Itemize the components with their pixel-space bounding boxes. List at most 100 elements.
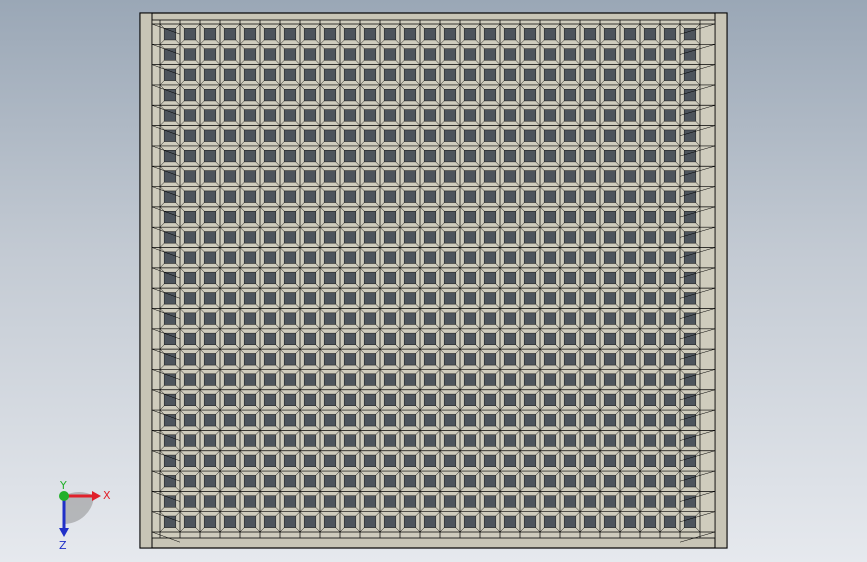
grid-hole: [423, 312, 437, 325]
grid-hole: [443, 190, 457, 203]
grid-hole: [583, 68, 597, 81]
grid-hole: [363, 109, 377, 122]
graphics-viewport[interactable]: X Y Z: [0, 0, 867, 562]
grid-hole: [523, 353, 537, 366]
grid-hole: [423, 414, 437, 427]
grid-hole: [323, 475, 337, 488]
grid-hole: [263, 292, 277, 305]
grid-hole: [343, 28, 357, 41]
grid-hole: [243, 89, 257, 102]
grid-hole: [523, 495, 537, 508]
grid-hole: [563, 353, 577, 366]
grid-hole: [403, 271, 417, 285]
grid-hole: [363, 515, 377, 528]
grid-hole: [283, 312, 297, 325]
grid-hole: [243, 170, 257, 183]
grid-hole: [583, 28, 597, 41]
grid-hole: [443, 109, 457, 122]
grid-hole: [283, 475, 297, 488]
grid-hole: [583, 251, 597, 264]
grid-hole: [383, 515, 397, 528]
grid-hole: [303, 231, 317, 244]
grid-hole: [363, 271, 377, 285]
grid-hole: [283, 89, 297, 102]
grid-hole: [583, 393, 597, 406]
grid-hole: [203, 495, 217, 508]
grid-hole: [643, 414, 657, 427]
grid-hole: [583, 109, 597, 122]
grid-hole: [183, 190, 197, 203]
grid-hole: [243, 210, 257, 224]
grid-hole: [263, 89, 277, 102]
grid-hole: [263, 129, 277, 142]
grid-hole: [623, 373, 637, 386]
grid-hole: [443, 48, 457, 61]
grid-hole: [623, 495, 637, 508]
grid-hole: [663, 190, 677, 203]
grid-hole: [543, 231, 557, 244]
grid-hole: [563, 515, 577, 528]
grid-hole: [583, 170, 597, 183]
grid-hole: [223, 28, 237, 41]
grid-hole: [543, 68, 557, 81]
grid-hole: [303, 332, 317, 346]
grid-hole: [223, 454, 237, 467]
grid-hole: [583, 190, 597, 203]
grid-hole: [463, 353, 477, 366]
grid-hole: [383, 89, 397, 102]
grid-hole: [223, 170, 237, 183]
grid-hole: [663, 414, 677, 427]
grid-hole: [223, 515, 237, 528]
grid-hole: [503, 454, 517, 467]
grid-hole: [643, 434, 657, 447]
grid-hole: [343, 210, 357, 224]
grid-hole: [283, 150, 297, 163]
grid-hole: [383, 28, 397, 41]
grid-hole: [443, 434, 457, 447]
grid-hole: [303, 190, 317, 203]
grid-hole: [643, 210, 657, 224]
grid-hole: [303, 129, 317, 142]
grid-hole: [563, 332, 577, 346]
grid-hole: [423, 515, 437, 528]
grid-hole: [243, 190, 257, 203]
grid-hole: [523, 129, 537, 142]
grid-hole: [383, 150, 397, 163]
grid-hole: [243, 231, 257, 244]
orientation-triad[interactable]: X Y Z: [40, 480, 120, 550]
grid-hole: [563, 495, 577, 508]
grid-hole: [563, 210, 577, 224]
grid-hole: [523, 190, 537, 203]
grid-hole: [463, 251, 477, 264]
grid-hole: [583, 495, 597, 508]
grid-hole: [403, 170, 417, 183]
grid-hole: [183, 251, 197, 264]
grid-hole: [523, 210, 537, 224]
grid-hole: [503, 292, 517, 305]
grid-hole: [363, 373, 377, 386]
grid-hole: [623, 414, 637, 427]
grid-hole: [483, 475, 497, 488]
grid-hole: [223, 373, 237, 386]
grid-hole: [243, 251, 257, 264]
grid-hole: [343, 515, 357, 528]
grid-hole: [643, 373, 657, 386]
grid-hole: [163, 150, 177, 163]
grid-hole: [343, 89, 357, 102]
grid-hole: [663, 332, 677, 346]
grid-hole: [343, 129, 357, 142]
grid-hole: [283, 251, 297, 264]
grid-plate-model[interactable]: [0, 0, 867, 562]
grid-hole: [443, 414, 457, 427]
grid-hole: [483, 150, 497, 163]
grid-hole: [383, 292, 397, 305]
grid-hole: [363, 393, 377, 406]
grid-hole: [503, 373, 517, 386]
grid-hole: [603, 353, 617, 366]
grid-hole: [383, 170, 397, 183]
grid-hole: [383, 475, 397, 488]
grid-hole: [343, 231, 357, 244]
grid-hole: [403, 454, 417, 467]
grid-hole: [603, 332, 617, 346]
grid-hole: [263, 231, 277, 244]
